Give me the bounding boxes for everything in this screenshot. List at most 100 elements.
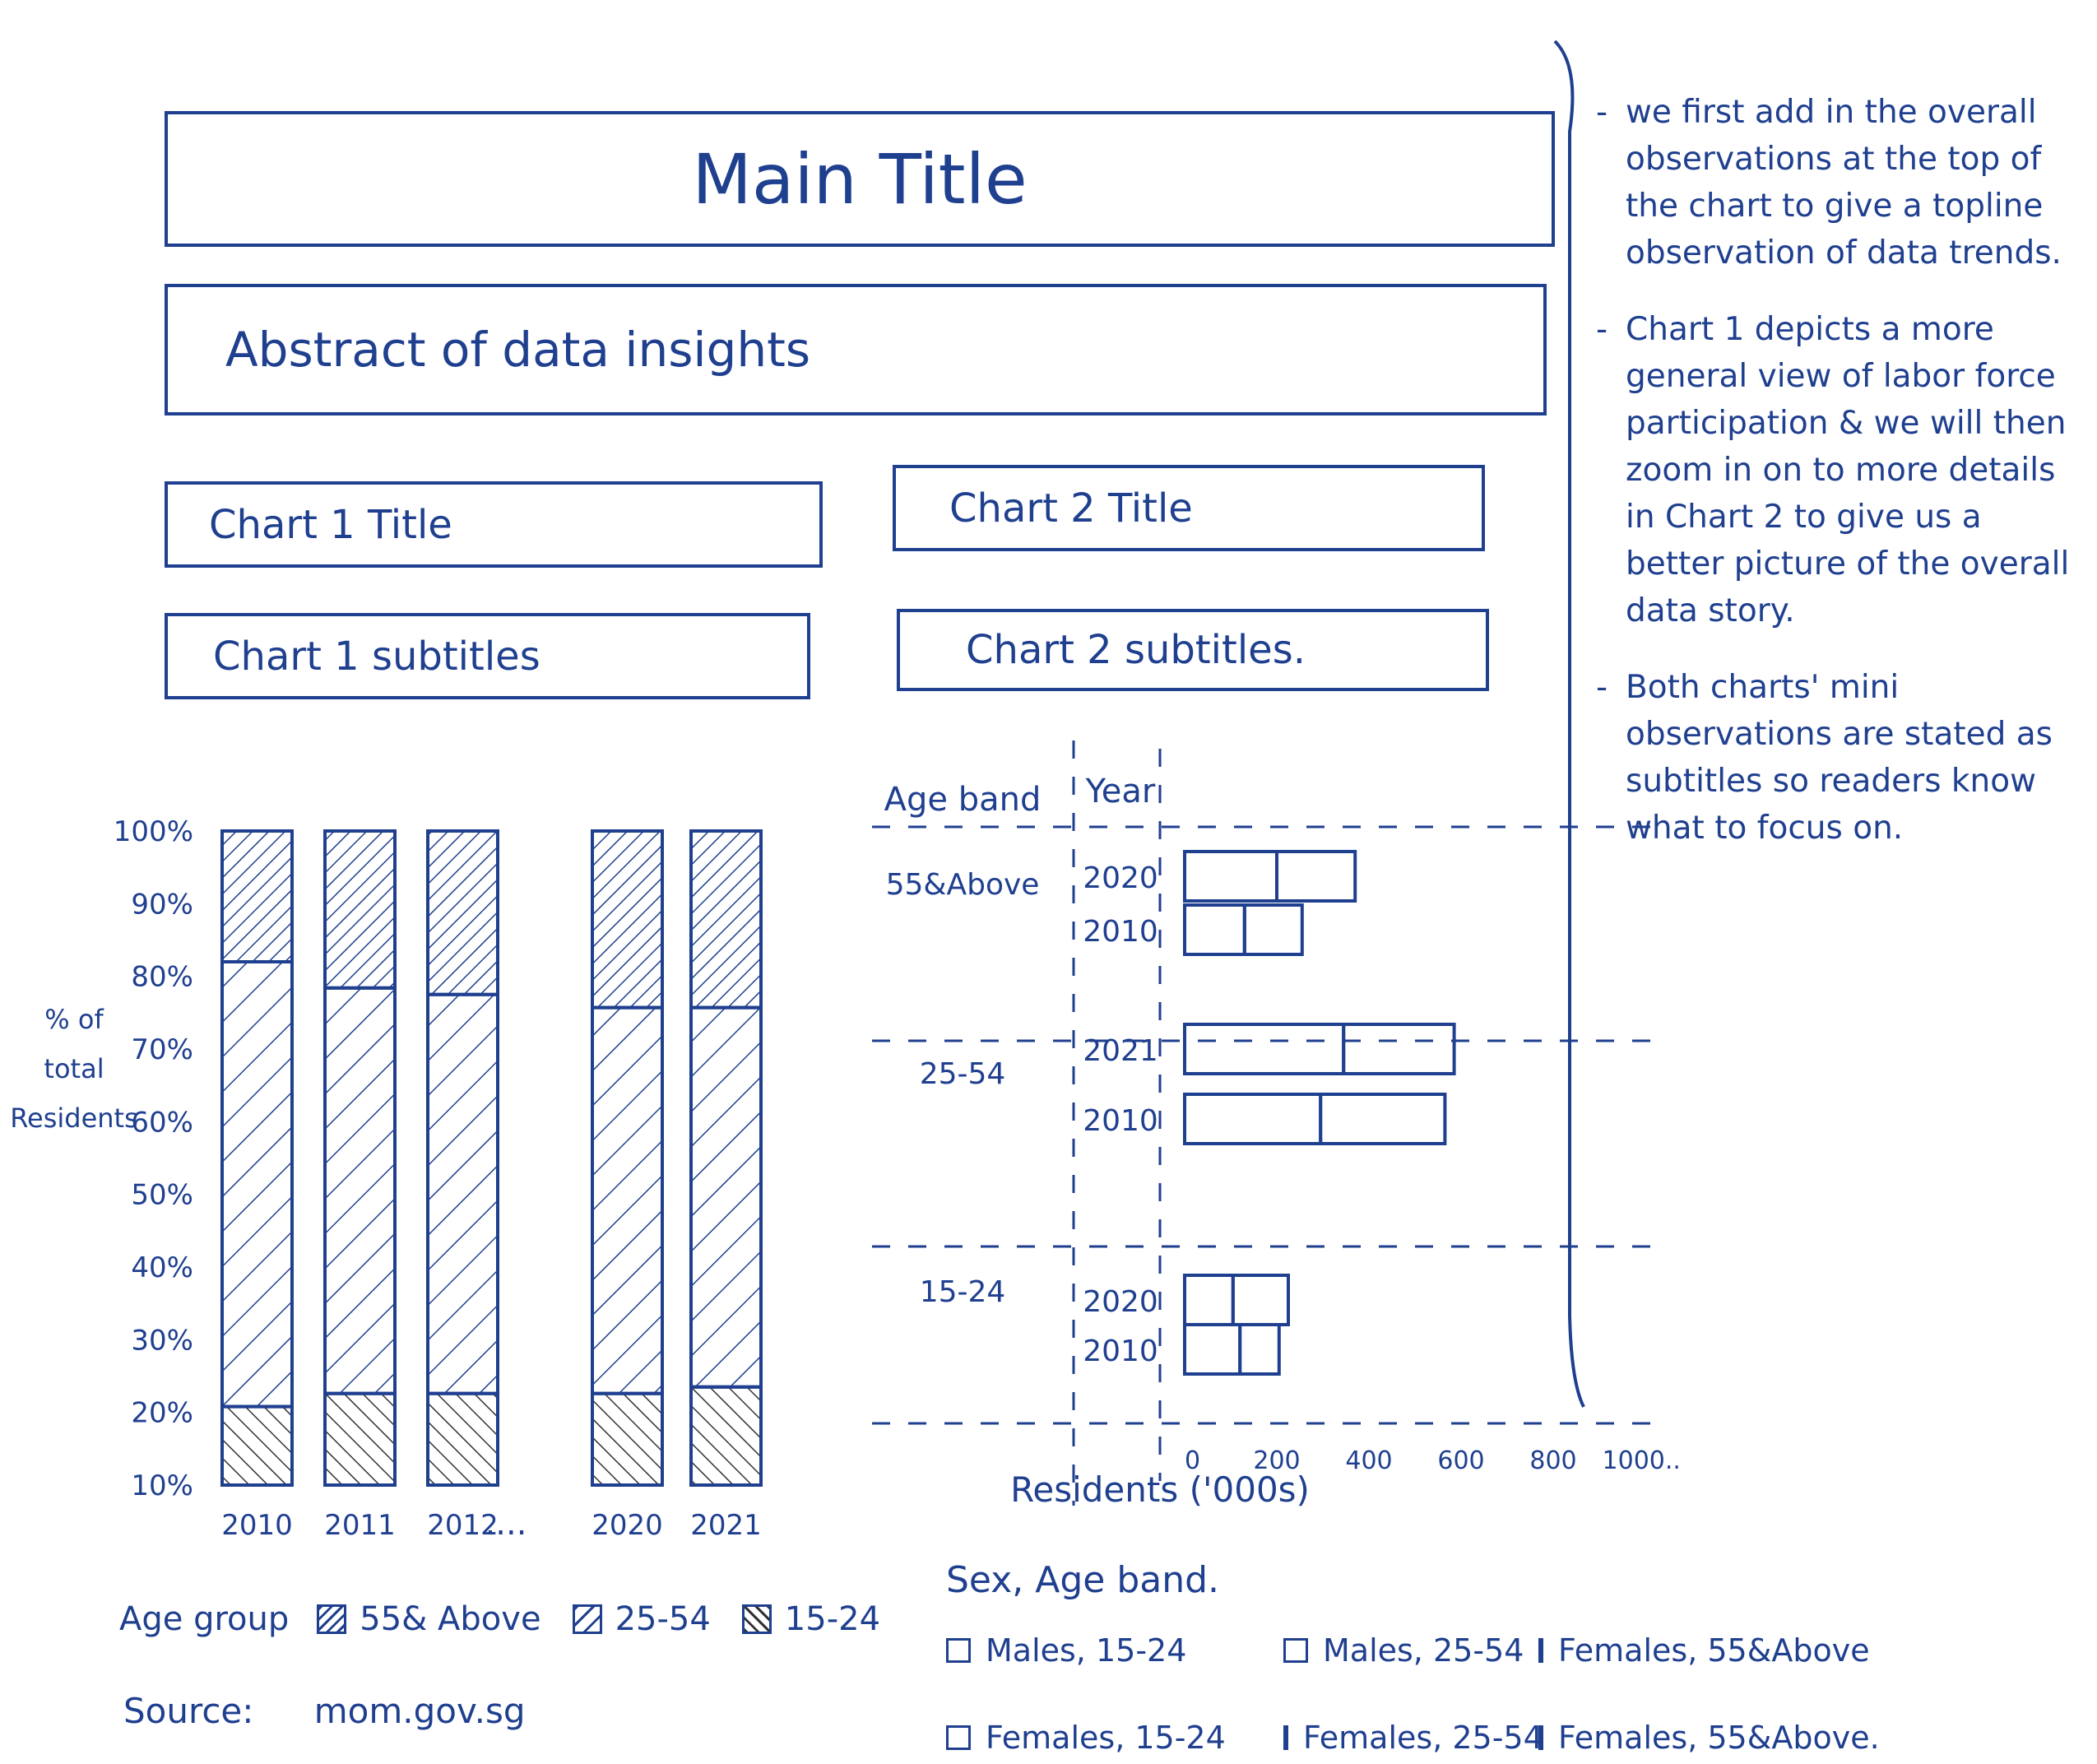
design-note: - we first add in the overall observation… (1596, 89, 2090, 276)
legend-label: Females, 55&Above (1558, 1632, 1870, 1669)
chart1-bar-segment (426, 1391, 499, 1488)
design-note: - Chart 1 depicts a more general view of … (1596, 306, 2090, 634)
chart1-x-tick-label: 2011 (324, 1509, 396, 1542)
wireframe-sketch: Main Title Abstract of data insights Cha… (0, 0, 2097, 1764)
legend-label: Males, 15-24 (986, 1632, 1187, 1669)
legend-item: Females, 55&Above (1538, 1632, 1870, 1669)
chart2-bar-segment (1319, 1093, 1447, 1145)
legend-label-25-54: 25-54 (615, 1600, 711, 1638)
chart1-bar-segment (689, 1385, 763, 1487)
abstract-box: Abstract of data insights (165, 284, 1547, 415)
chart1-y-tick-label: 40% (131, 1251, 193, 1284)
legend-item: Females, 15-24 (946, 1720, 1283, 1756)
chart2-year-label: 2020 (1083, 1285, 1158, 1319)
main-title-text: Main Title (692, 138, 1028, 220)
chart1-y-tick-label: 80% (131, 961, 193, 994)
chart1-bar-segment (323, 829, 397, 990)
chart2-subtitle-box: Chart 2 subtitles. (897, 609, 1489, 691)
chart2-header-age-band: Age band (884, 781, 1042, 819)
legend-label: Females, 15-24 (986, 1720, 1226, 1756)
chart1-y-tick-label: 90% (131, 888, 193, 921)
source-line: Source: mom.gov.sg (123, 1691, 525, 1731)
legend-item: Females, 55&Above. (1538, 1720, 1880, 1756)
chart2-x-axis-label: Residents ('000s) (1010, 1469, 1310, 1510)
chart2-title-box: Chart 2 Title (893, 465, 1485, 551)
chart2-bar-segment (1242, 903, 1304, 956)
notes-bracket (1553, 39, 1585, 1408)
chart2-bar-segment (1183, 1323, 1242, 1376)
chart2-age-band-label: 55&Above (886, 868, 1040, 902)
legend-swatch-25-54 (572, 1604, 602, 1634)
chart1-title-text: Chart 1 Title (209, 501, 452, 548)
chart1-bar-segment (591, 1391, 664, 1488)
chart2-x-tick-label: 800 (1529, 1446, 1576, 1475)
note-text: we first add in the overall observations… (1626, 94, 2062, 272)
legend-swatch-55-above (317, 1604, 347, 1634)
chart2-year-label: 2021 (1083, 1034, 1158, 1068)
chart2-year-label: 2010 (1083, 1335, 1158, 1368)
chart1-bar-segment (323, 986, 397, 1395)
chart2-bar-segment (1342, 1023, 1456, 1075)
note-bullet: - (1596, 669, 1608, 706)
chart1-subtitle-text: Chart 1 subtitles (213, 633, 540, 680)
chart1-stacked-bar: % of total Residents 100% 90% 80% 70% 60% 50% 40… (10, 815, 763, 1543)
legend-label-55-above: 55& Above (360, 1600, 541, 1638)
chart2-year-label: 2010 (1083, 1104, 1158, 1138)
chart1-y-axis-label: % of total Residents (10, 1004, 138, 1134)
chart1-y-tick-label: 100% (114, 815, 193, 848)
abstract-text: Abstract of data insights (225, 322, 811, 378)
legend-swatch (946, 1638, 971, 1663)
legend-item: Females, 25-54 (1283, 1720, 1543, 1756)
chart1-bar-segment (689, 829, 763, 1010)
chart1-bar-segment (323, 1391, 397, 1488)
chart1-x-tick-label: 2021 (690, 1509, 762, 1542)
chart1-y-tick-label: 50% (131, 1179, 193, 1212)
chart1-bar-segment (220, 1404, 294, 1487)
note-text: Both charts' mini observations are state… (1626, 669, 2053, 847)
legend-swatch (1283, 1725, 1288, 1750)
legend-item: Males, 25-54 (1283, 1632, 1538, 1669)
note-text: Chart 1 depicts a more general view of l… (1626, 311, 2070, 629)
chart2-bar-segment (1183, 1023, 1346, 1075)
chart2-bar-segment (1275, 850, 1357, 903)
chart1-title-box: Chart 1 Title (165, 481, 823, 568)
chart2-age-band-label: 15-24 (920, 1275, 1006, 1309)
chart1-y-tick-label: 60% (131, 1106, 193, 1139)
chart1-subtitle-box: Chart 1 subtitles (165, 613, 810, 699)
chart2-year-label: 2020 (1083, 861, 1158, 895)
main-title-box: Main Title (165, 111, 1555, 247)
chart1-legend: Age group 55& Above 25-54 15-24 (119, 1600, 880, 1638)
legend-label-15-24: 15-24 (784, 1600, 881, 1638)
design-notes: - we first add in the overall observation… (1596, 89, 2090, 881)
source-value: mom.gov.sg (313, 1691, 526, 1731)
chart1-bar-segment (591, 829, 664, 1010)
chart1-legend-title: Age group (119, 1600, 290, 1638)
design-note: - Both charts' mini observations are stat… (1596, 664, 2090, 852)
chart1-y-tick-label: 20% (131, 1397, 193, 1430)
chart2-subtitle-text: Chart 2 subtitles. (966, 627, 1306, 673)
chart1-y-label-text: % of total Residents (10, 1004, 138, 1134)
chart1-bar-segment (591, 1005, 664, 1395)
chart1-bar-segment (426, 992, 499, 1395)
chart2-header-year: Year (1085, 773, 1156, 810)
legend-label: Females, 25-54 (1303, 1720, 1543, 1756)
chart1-y-tick-label: 70% (131, 1033, 193, 1066)
legend-swatch (1283, 1638, 1308, 1663)
legend-item: Males, 15-24 (946, 1632, 1283, 1669)
chart2-legend: Sex, Age band. Males, 15-24 Males, 25-54… (946, 1559, 1880, 1756)
chart1-x-tick-label: 2020 (592, 1509, 663, 1542)
chart2-bar-segment (1238, 1323, 1281, 1376)
legend-swatch (1538, 1725, 1543, 1750)
chart2-bar-segment (1231, 1274, 1290, 1326)
chart1-bar-segment (426, 829, 499, 996)
chart2-bar-segment (1183, 903, 1246, 956)
legend-label: Females, 55&Above. (1558, 1720, 1880, 1756)
chart2-x-tick-label: 400 (1345, 1446, 1392, 1475)
note-bullet: - (1596, 311, 1608, 348)
chart2-title-text: Chart 2 Title (949, 485, 1193, 532)
chart2-bar-segment (1183, 1274, 1235, 1326)
legend-label: Males, 25-54 (1323, 1632, 1524, 1669)
source-label: Source: (123, 1691, 254, 1731)
chart2-x-tick-label: 1000... (1603, 1446, 1678, 1475)
chart1-bar-segment (220, 960, 294, 1409)
